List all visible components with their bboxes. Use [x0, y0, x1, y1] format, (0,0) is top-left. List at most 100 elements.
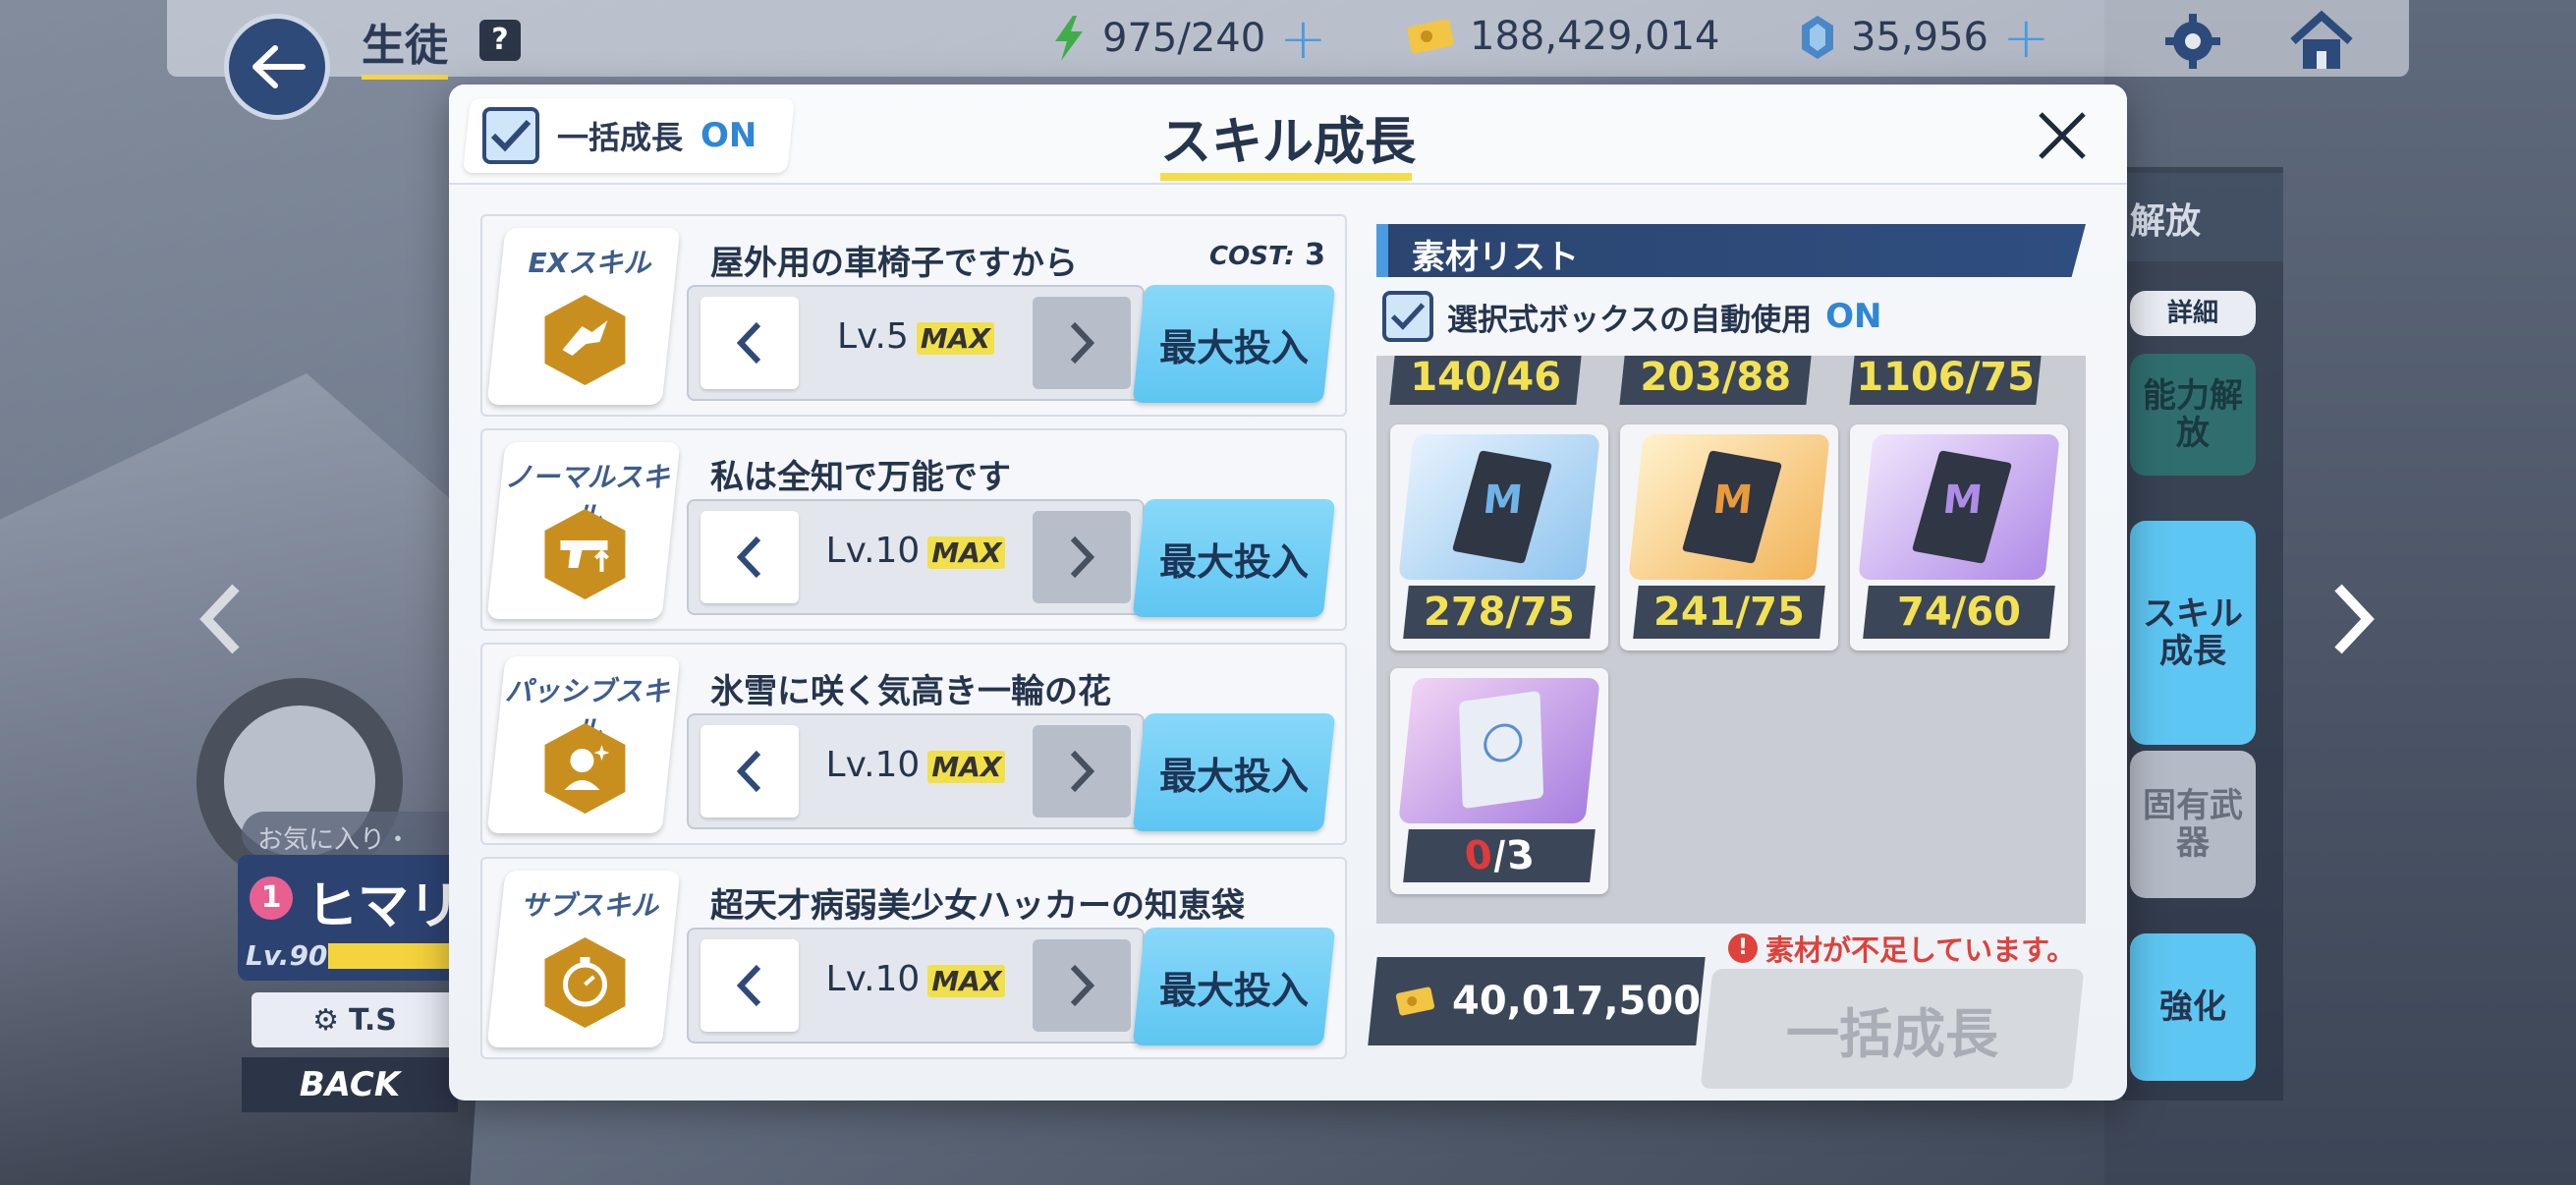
ts-label: T.S: [348, 1002, 397, 1038]
detail-button[interactable]: 詳細: [2130, 291, 2256, 336]
svg-text:M: M: [1940, 478, 1985, 523]
auto-box-state: ON: [1825, 297, 1882, 336]
skill-row-normal: ノーマルスキル 私は全知で万能です Lv.10 MAX 最大投入: [480, 428, 1347, 631]
unique-weapon-button[interactable]: 固有武器: [2130, 751, 2256, 898]
svg-text:M: M: [1481, 478, 1525, 523]
svg-text:M: M: [1710, 478, 1755, 523]
auto-box-toggle[interactable]: 選択式ボックスの自動使用 ON: [1382, 291, 1881, 342]
chevron-right-icon: [1070, 750, 1095, 793]
settings-gear-icon[interactable]: [2161, 10, 2224, 73]
level-value: Lv.5: [836, 316, 909, 357]
chevron-left-icon: [736, 536, 761, 579]
skill-badge: ノーマルスキル: [486, 442, 681, 619]
pistol-skill-icon: [544, 509, 626, 599]
max-tag: MAX: [916, 322, 995, 355]
gem-resource: 35,956 +: [1798, 9, 2050, 66]
material-item[interactable]: 0/3: [1390, 668, 1608, 894]
heart-icon: 1: [250, 876, 293, 920]
max-invest-button[interactable]: 最大投入: [1132, 499, 1336, 617]
material-count: 278/75: [1403, 586, 1596, 639]
skill-growth-modal: 一括成長 ON スキル成長 EXスキル 屋外用の車椅子ですから COST: 3 …: [449, 85, 2127, 1100]
help-button[interactable]: ?: [479, 20, 521, 61]
back-button[interactable]: [224, 14, 330, 120]
warning-text: 素材が不足しています。: [1765, 933, 2076, 967]
chevron-right-icon: [1070, 964, 1095, 1007]
level-display: Lv.10 MAX: [807, 745, 1025, 785]
close-icon[interactable]: [2033, 106, 2092, 165]
material-need: /3: [1489, 833, 1537, 878]
bulk-growth-button[interactable]: 一括成長: [1700, 969, 2085, 1089]
material-count: 0/3: [1403, 829, 1596, 882]
warning-icon: !: [1728, 933, 1758, 963]
level-selector: Lv.10 MAX: [687, 713, 1145, 829]
home-icon[interactable]: [2287, 10, 2356, 73]
credit-icon: [1395, 987, 1435, 1016]
max-invest-label: 最大投入: [1158, 968, 1309, 1012]
material-count: 241/75: [1633, 586, 1825, 639]
level-decrease-button[interactable]: [700, 725, 799, 818]
skill-name: 氷雪に咲く気高き一輪の花: [710, 672, 1111, 711]
enhance-button[interactable]: 強化: [2130, 933, 2256, 1081]
max-invest-label: 最大投入: [1158, 754, 1309, 798]
ex-skill-icon: [544, 295, 626, 385]
max-invest-label: 最大投入: [1158, 325, 1309, 369]
warning-message: ! 素材が不足しています。: [1728, 928, 2075, 969]
level-value: Lv.10: [825, 959, 921, 999]
material-item[interactable]: M 278/75: [1390, 424, 1608, 650]
gem-value: 35,956: [1851, 15, 1988, 60]
level-selector: Lv.5 MAX: [687, 285, 1145, 401]
max-invest-button[interactable]: 最大投入: [1132, 285, 1336, 403]
cost-label: COST:: [1209, 242, 1295, 271]
gem-plus-button[interactable]: +: [2002, 9, 2050, 66]
level-selector: Lv.10 MAX: [687, 499, 1145, 615]
chevron-left-icon: [736, 750, 761, 793]
ts-button[interactable]: ⚙ T.S: [252, 992, 458, 1047]
level-increase-button[interactable]: [1033, 939, 1131, 1032]
max-tag: MAX: [927, 965, 1006, 997]
credit-cost-value: 40,017,500: [1451, 979, 1701, 1024]
max-invest-button[interactable]: 最大投入: [1132, 928, 1336, 1045]
skill-row-ex: EXスキル 屋外用の車椅子ですから COST: 3 Lv.5 MAX 最大投入: [480, 214, 1347, 417]
modal-title: スキル成長: [1159, 113, 1416, 172]
page-title: 生徒: [362, 10, 448, 80]
next-student-arrow-icon[interactable]: [2323, 580, 2381, 658]
prev-student-arrow-icon[interactable]: [193, 580, 252, 658]
favorite-tag[interactable]: お気に入り・: [242, 812, 477, 857]
ap-plus-button[interactable]: +: [1279, 10, 1327, 67]
level-decrease-button[interactable]: [700, 939, 799, 1032]
skill-row-passive: パッシブスキル 氷雪に咲く気高き一輪の花 Lv.10 MAX 最大投入: [480, 643, 1347, 845]
material-grid[interactable]: 140/46 203/88 1106/75 M 278/75 M 241/75 …: [1376, 356, 2086, 924]
material-item[interactable]: M 74/60: [1850, 424, 2068, 650]
credit-value: 188,429,014: [1470, 14, 1720, 59]
level-decrease-button[interactable]: [700, 297, 799, 389]
back-label[interactable]: BACK: [242, 1057, 458, 1112]
gear-small-icon: ⚙: [312, 1002, 339, 1038]
chevron-right-icon: [1070, 536, 1095, 579]
material-item[interactable]: M 241/75: [1620, 424, 1838, 650]
material-header-accent: [1376, 224, 1388, 277]
cost-value: 3: [1305, 238, 1325, 272]
level-increase-button[interactable]: [1033, 511, 1131, 603]
ability-unlock-button[interactable]: 能力解放: [2130, 354, 2256, 476]
skill-growth-tab[interactable]: スキル成長: [2130, 521, 2256, 745]
skill-badge: パッシブスキル: [486, 656, 681, 833]
credit-resource: 188,429,014: [1405, 14, 1719, 59]
chevron-left-icon: [736, 964, 761, 1007]
level-display: Lv.10 MAX: [807, 531, 1025, 571]
skill-row-sub: サブスキル 超天才病弱美少女ハッカーの知恵袋 Lv.10 MAX 最大投入: [480, 857, 1347, 1059]
level-value: Lv.10: [825, 745, 921, 785]
material-count-partial: 1106/75: [1849, 356, 2042, 405]
level-selector: Lv.10 MAX: [687, 928, 1145, 1044]
level-value: Lv.10: [825, 531, 921, 571]
blue-tech-note-icon: M: [1398, 434, 1600, 580]
cost-timer-skill-icon: [544, 937, 626, 1028]
material-count: 74/60: [1863, 586, 2055, 639]
max-invest-button[interactable]: 最大投入: [1132, 713, 1336, 831]
credit-icon: [1407, 19, 1454, 54]
level-increase-button[interactable]: [1033, 725, 1131, 818]
skill-name: 屋外用の車椅子ですから: [710, 244, 1078, 283]
level-increase-button[interactable]: [1033, 297, 1131, 389]
level-decrease-button[interactable]: [700, 511, 799, 603]
auto-box-checkbox[interactable]: [1382, 291, 1433, 342]
tech-notebook-icon: [1398, 678, 1600, 823]
